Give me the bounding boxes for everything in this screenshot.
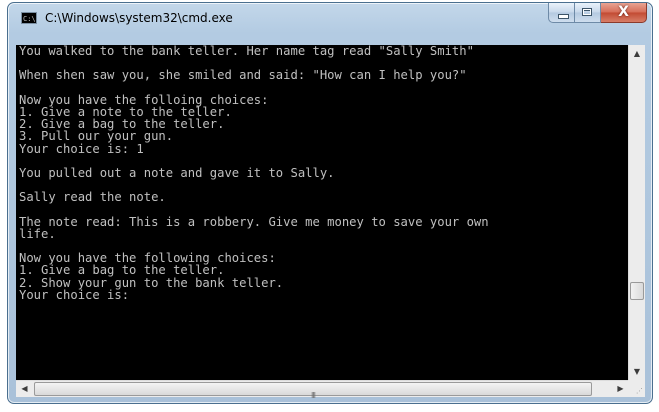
- scroll-left-arrow-icon[interactable]: ◀: [16, 381, 33, 397]
- close-button[interactable]: X: [601, 3, 647, 23]
- scroll-down-arrow-icon[interactable]: ▼: [629, 363, 645, 380]
- horizontal-scrollbar[interactable]: ◀ III ▶: [16, 380, 629, 400]
- title-bar[interactable]: C:\ C:\Windows\system32\cmd.exe X: [8, 3, 652, 37]
- cmd-app-icon[interactable]: C:\: [21, 12, 37, 24]
- console-line: Sally read the note.: [19, 190, 166, 205]
- minimize-button[interactable]: [548, 3, 575, 23]
- minimize-icon: [558, 14, 569, 19]
- console-line: life.: [19, 226, 56, 241]
- resize-grip-icon: ⋰: [636, 387, 643, 395]
- console-line: Your choice is: 1: [19, 141, 144, 156]
- console-client-area: You walked to the bank teller. Her name …: [16, 45, 645, 400]
- scroll-up-arrow-icon[interactable]: ▲: [629, 45, 645, 62]
- console-line: 1. Give a bag to the teller.: [19, 263, 225, 278]
- maximize-icon: [582, 8, 592, 16]
- scroll-right-arrow-icon[interactable]: ▶: [612, 381, 629, 397]
- horizontal-scroll-thumb[interactable]: III: [34, 382, 592, 400]
- console-line: The note read: This is a robbery. Give m…: [19, 214, 489, 229]
- vertical-scroll-thumb[interactable]: [630, 282, 644, 300]
- console-output[interactable]: You walked to the bank teller. Her name …: [16, 45, 629, 380]
- console-line: You pulled out a note and gave it to Sal…: [19, 165, 335, 180]
- console-window: C:\ C:\Windows\system32\cmd.exe X You wa…: [7, 2, 653, 404]
- console-line: 2. Show your gun to the bank teller.: [19, 275, 284, 290]
- caption-buttons: X: [548, 3, 647, 23]
- maximize-button[interactable]: [575, 3, 601, 23]
- console-line: 3. Pull our your gun.: [19, 129, 174, 144]
- close-icon: X: [618, 4, 629, 20]
- scroll-grip-icon: III: [310, 391, 316, 400]
- resize-grip[interactable]: ⋰: [628, 380, 645, 397]
- console-line: Your choice is:: [19, 287, 137, 302]
- console-line: You walked to the bank teller. Her name …: [19, 45, 474, 58]
- window-title: C:\Windows\system32\cmd.exe: [45, 11, 233, 25]
- vertical-scrollbar[interactable]: ▲ ▼: [628, 45, 645, 380]
- console-line: When shen saw you, she smiled and said: …: [19, 68, 467, 83]
